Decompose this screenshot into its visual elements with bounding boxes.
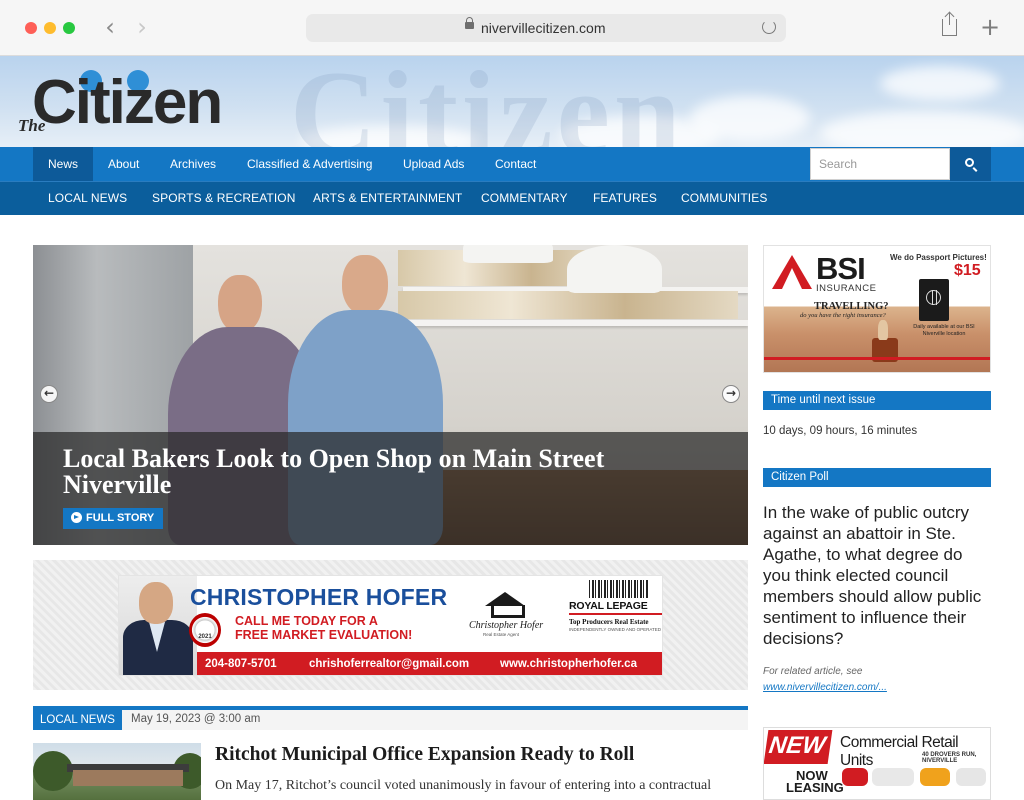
main-nav: News About Archives Classified & Adverti… [0,147,1024,181]
passport-icon [919,279,949,321]
ad-brokerage-sub2: INDEPENDENTLY OWNED AND OPERATED [569,627,662,632]
poll-heading: Citizen Poll [763,468,991,487]
new-tab-icon[interactable]: + [980,15,1000,39]
realtor-banner-ad[interactable]: CHRISTOPHER HOFER 2021 CALL ME TODAY FOR… [118,575,663,676]
countdown-value: 10 days, 09 hours, 16 minutes [763,425,918,437]
hero-headline[interactable]: Local Bakers Look to Open Shop on Main S… [63,446,703,498]
section-sports-recreation[interactable]: SPORTS & RECREATION [152,182,295,215]
zoom-window-button[interactable] [63,22,75,34]
arrow-circle-icon [71,512,82,523]
search-button[interactable] [950,147,991,181]
tenant-logo [842,768,868,786]
poll-note: For related article, see [763,666,863,677]
ad-carousel-dots[interactable] [860,365,895,372]
masthead-watermark: Citizen [290,56,685,147]
section-commentary[interactable]: COMMENTARY [481,182,568,215]
hero-slider[interactable]: Local Bakers Look to Open Shop on Main S… [33,245,748,545]
site-logo[interactable]: The Citizen [18,68,268,138]
ad-note: Daily available at our BSI Niverville lo… [913,324,975,337]
news-item-header: LOCAL NEWS May 19, 2023 @ 3:00 am [33,706,748,730]
slider-next-arrow-icon[interactable]: → [722,385,740,403]
ad-website: www.christopherhofer.ca [500,658,637,670]
nav-news[interactable]: News [33,147,94,181]
tenant-logo [872,768,914,786]
insurance-ad[interactable]: BSI INSURANCE We do Passport Pictures! $… [763,245,991,373]
house-logo-icon [481,592,531,618]
section-arts-entertainment[interactable]: ARTS & ENTERTAINMENT [313,182,462,215]
section-nav: LOCAL NEWS SPORTS & RECREATION ARTS & EN… [0,181,1024,215]
ad-question: do you have the right insurance? [800,312,886,319]
minimize-window-button[interactable] [44,22,56,34]
banner-ad-area: CHRISTOPHER HOFER 2021 CALL ME TODAY FOR… [33,560,748,690]
site-masthead: Citizen The Citizen [0,56,1024,147]
ad-email: chrishoferrealtor@gmail.com [309,658,470,670]
ad-phone: 204-807-5701 [205,658,277,670]
ad-brokerage: ROYAL LEPAGE [569,600,648,612]
nav-upload-ads[interactable]: Upload Ads [388,147,479,181]
new-badge: NEW [764,730,833,764]
nav-contact[interactable]: Contact [480,147,551,181]
ad-brokerage-sub: Top Producers Real Estate [569,618,649,626]
section-features[interactable]: FEATURES [593,182,657,215]
browser-toolbar: ‹ › nivervillecitizen.com + [0,0,1024,56]
ad-cta: CALL ME TODAY FOR A FREE MARKET EVALUATIO… [235,614,413,642]
tenant-logo [956,768,986,786]
search-icon [965,158,974,167]
nav-about[interactable]: About [93,147,154,181]
retail-ad-address: 40 DROVERS RUN, NIVERVILLE [922,752,977,764]
ad-contact-strip: 204-807-5701 chrishoferrealtor@gmail.com… [197,652,662,675]
address-bar[interactable]: nivervillecitizen.com [306,14,786,42]
ad-travelling: TRAVELLING? [814,301,889,312]
search-input[interactable]: Search [810,148,950,180]
slider-prev-arrow-icon[interactable]: ← [40,385,58,403]
share-icon[interactable] [942,13,957,36]
section-local-news[interactable]: LOCAL NEWS [48,182,127,215]
retail-units-ad[interactable]: NEW Commercial Retail Units 40 DROVERS R… [763,727,991,800]
ad-price: $15 [954,262,981,279]
close-window-button[interactable] [25,22,37,34]
countdown-heading: Time until next issue [763,391,991,410]
news-date: May 19, 2023 @ 3:00 am [131,713,261,725]
realtor-photo [119,576,197,675]
nav-classified-advertising[interactable]: Classified & Advertising [232,147,387,181]
ad-logo-sub: Real Estate Agent [483,632,520,637]
award-badge-icon: 2021 [189,613,221,647]
nav-archives[interactable]: Archives [155,147,231,181]
tenant-logo [920,768,950,786]
ad-brand-sub: INSURANCE [816,283,877,294]
back-arrow-icon[interactable]: ‹ [98,14,122,42]
brokerage-logo-pattern [589,580,649,598]
section-communities[interactable]: COMMUNITIES [681,182,767,215]
url-text: nivervillecitizen.com [481,20,606,36]
ad-realtor-name: CHRISTOPHER HOFER [190,584,448,610]
forward-arrow-icon[interactable]: › [130,14,154,42]
news-category-tag[interactable]: LOCAL NEWS [33,710,122,730]
logo-wordmark: Citizen [32,68,223,137]
full-story-label: FULL STORY [86,512,155,524]
news-headline[interactable]: Ritchot Municipal Office Expansion Ready… [215,744,634,766]
full-story-button[interactable]: FULL STORY [63,508,164,529]
poll-question: In the wake of public outcry against an … [763,503,982,648]
ad-passport-text: We do Passport Pictures! [890,253,987,262]
ad-brand: BSI [816,251,866,286]
poll-article-link[interactable]: www.nivervillecitizen.com/... [763,682,887,693]
retail-ad-leasing: LEASING [786,780,844,795]
ad-logo-name: Christopher Hofer [469,620,544,631]
reload-icon[interactable] [762,20,776,34]
news-thumbnail[interactable] [33,743,201,800]
news-excerpt: On May 17, Ritchot’s council voted unani… [215,778,712,793]
lock-icon [465,17,474,29]
